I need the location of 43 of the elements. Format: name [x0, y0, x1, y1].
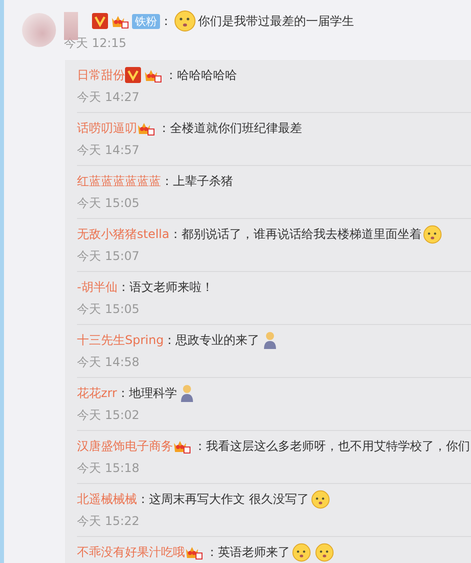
reply-username[interactable]: 日常甜份	[77, 66, 125, 84]
colon: ：	[160, 12, 172, 30]
reply-text: ：我看这层这么多老师呀，也不用艾特学校了，你们	[194, 438, 470, 454]
reply-time: 今天 15:02	[77, 407, 140, 424]
reply-text: ：英语老师来了	[206, 544, 290, 560]
emoji-face-icon	[423, 224, 442, 244]
comment-text: 你们是我带过最差的一届学生	[198, 12, 354, 30]
emoji-person-icon	[262, 331, 278, 349]
reply-text: ：上辈子杀猪	[161, 172, 233, 190]
verified-badge-icon	[125, 67, 141, 83]
reply-username[interactable]: 花花zrr	[77, 384, 117, 402]
emoji-face-icon	[174, 10, 196, 32]
reply-username[interactable]: 话唠叨逼叨	[77, 120, 137, 136]
reply-time: 今天 14:57	[77, 142, 140, 159]
reply-text: ：地理科学	[116, 384, 177, 402]
reply-time: 今天 15:18	[77, 460, 140, 477]
avatar[interactable]	[22, 13, 56, 47]
reply-time: 今天 15:07	[77, 248, 140, 265]
reply-text: ：这周末再写大作文 很久没写了	[137, 490, 309, 508]
emoji-face-icon	[292, 542, 311, 562]
reply-text: ：哈哈哈哈哈	[165, 66, 237, 84]
emoji-face-icon	[315, 542, 334, 562]
reply-text: ：全楼道就你们班纪律最差	[158, 120, 302, 136]
reply-username[interactable]: 汉唐盛饰电子商务	[77, 438, 173, 454]
reply-time: 今天 15:05	[77, 195, 140, 212]
reply-time: 今天 14:58	[77, 354, 140, 371]
reply-username[interactable]: 十三先生Spring	[77, 332, 164, 348]
emoji-person-icon	[178, 384, 195, 402]
reply-time: 今天 15:22	[77, 513, 140, 530]
reply-time: 今天 15:05	[77, 301, 140, 318]
reply-username[interactable]: 无敌小猪猪stella	[77, 226, 170, 242]
reply-username[interactable]: 不乖没有好果汁吃哦	[77, 544, 185, 560]
reply-username[interactable]: 北遥械械械	[77, 490, 137, 508]
reply-text: ：思政专业的来了	[164, 332, 260, 348]
reply-time: 今天 14:27	[77, 89, 140, 106]
reply-text: ：语文老师来啦！	[117, 278, 214, 296]
reply-username[interactable]: -胡半仙	[77, 278, 118, 296]
reply-username[interactable]: 红蓝蓝蓝蓝蓝蓝	[77, 172, 161, 190]
reply-text: ：都别说话了，谁再说话给我去楼梯道里面坐着	[169, 226, 422, 242]
fan-badge: 铁粉	[132, 14, 160, 28]
verified-badge-icon	[92, 13, 108, 29]
comment-time: 今天 12:15	[64, 35, 128, 52]
emoji-face-icon	[310, 490, 330, 508]
